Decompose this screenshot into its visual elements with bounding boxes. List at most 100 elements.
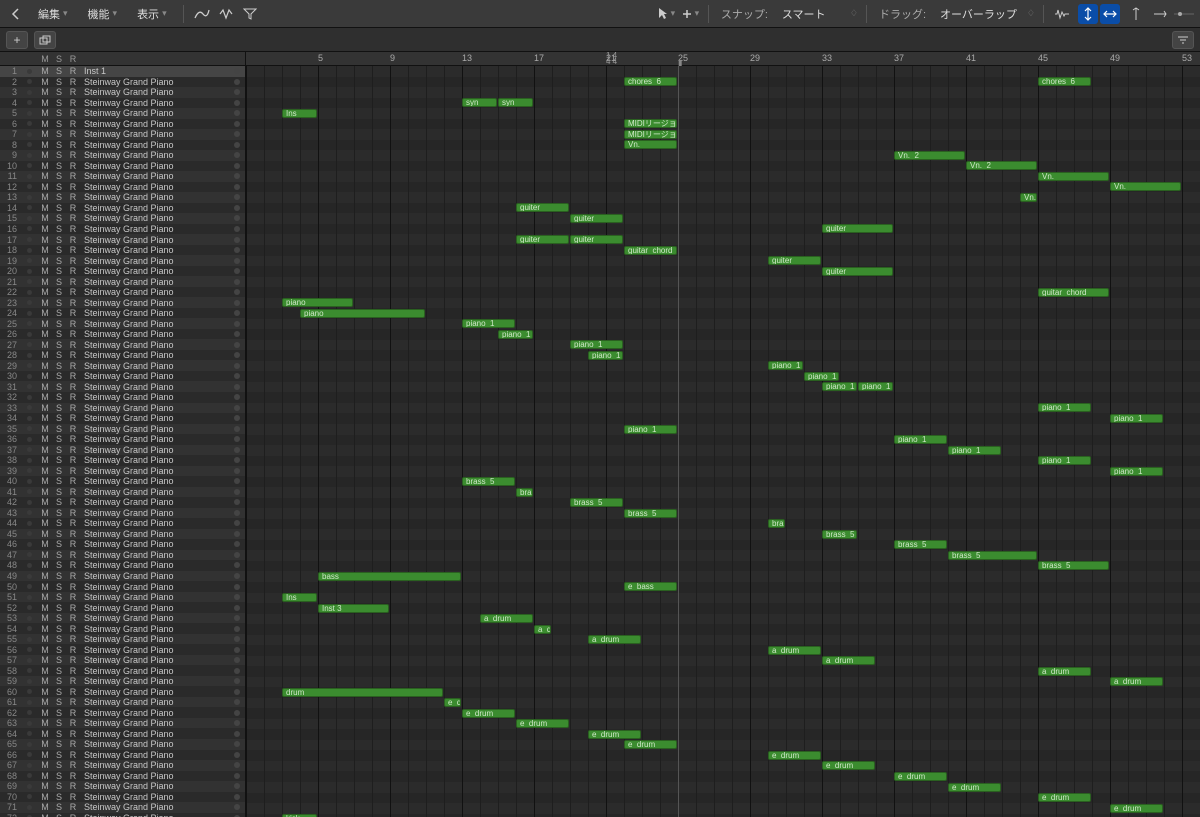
solo-button[interactable]: S — [54, 140, 64, 150]
track-row[interactable]: 48MSRSteinway Grand Piano — [0, 560, 245, 571]
solo-button[interactable]: S — [54, 624, 64, 634]
solo-button[interactable]: S — [54, 655, 64, 665]
midi-region[interactable]: piano_1 — [822, 382, 857, 391]
track-row[interactable]: 40MSRSteinway Grand Piano — [0, 476, 245, 487]
midi-region[interactable]: e_drum — [588, 730, 641, 739]
record-enable-button[interactable]: R — [68, 413, 78, 423]
solo-button[interactable]: S — [54, 529, 64, 539]
view-menu[interactable]: 表示▾ — [129, 3, 175, 25]
track-row[interactable]: 27MSRSteinway Grand Piano — [0, 339, 245, 350]
solo-button[interactable]: S — [54, 287, 64, 297]
midi-region[interactable]: brass_5 — [462, 477, 515, 486]
record-enable-button[interactable]: R — [68, 277, 78, 287]
track-name[interactable]: Steinway Grand Piano — [80, 613, 229, 623]
track-row[interactable]: 6MSRSteinway Grand Piano — [0, 119, 245, 130]
track-name[interactable]: Steinway Grand Piano — [80, 235, 229, 245]
mute-button[interactable]: M — [40, 582, 50, 592]
record-enable-button[interactable]: R — [68, 760, 78, 770]
track-name[interactable]: Steinway Grand Piano — [80, 718, 229, 728]
midi-region[interactable]: syn — [462, 98, 497, 107]
solo-button[interactable]: S — [54, 235, 64, 245]
record-enable-button[interactable]: R — [68, 434, 78, 444]
mute-button[interactable]: M — [40, 676, 50, 686]
record-enable-button[interactable]: R — [68, 687, 78, 697]
track-row[interactable]: 17MSRSteinway Grand Piano — [0, 234, 245, 245]
solo-button[interactable]: S — [54, 361, 64, 371]
track-name[interactable]: Steinway Grand Piano — [80, 687, 229, 697]
track-row[interactable]: 35MSRSteinway Grand Piano — [0, 424, 245, 435]
mute-button[interactable]: M — [40, 424, 50, 434]
mute-button[interactable]: M — [40, 319, 50, 329]
solo-button[interactable]: S — [54, 550, 64, 560]
track-name[interactable]: Steinway Grand Piano — [80, 792, 229, 802]
track-name[interactable]: Steinway Grand Piano — [80, 340, 229, 350]
track-name[interactable]: Steinway Grand Piano — [80, 497, 229, 507]
track-name[interactable]: Steinway Grand Piano — [80, 781, 229, 791]
track-row[interactable]: 13MSRSteinway Grand Piano — [0, 192, 245, 203]
record-enable-button[interactable]: R — [68, 213, 78, 223]
track-row[interactable]: 54MSRSteinway Grand Piano — [0, 623, 245, 634]
track-row[interactable]: 43MSRSteinway Grand Piano — [0, 508, 245, 519]
track-row[interactable]: 7MSRSteinway Grand Piano — [0, 129, 245, 140]
mute-button[interactable]: M — [40, 571, 50, 581]
midi-region[interactable]: guiter — [570, 235, 623, 244]
mute-button[interactable]: M — [40, 340, 50, 350]
solo-button[interactable]: S — [54, 487, 64, 497]
track-row[interactable]: 70MSRSteinway Grand Piano — [0, 792, 245, 803]
mute-button[interactable]: M — [40, 781, 50, 791]
mute-button[interactable]: M — [40, 119, 50, 129]
record-enable-button[interactable]: R — [68, 624, 78, 634]
record-enable-button[interactable]: R — [68, 87, 78, 97]
midi-region[interactable]: Vn._2 — [966, 161, 1037, 170]
solo-button[interactable]: S — [54, 466, 64, 476]
midi-region[interactable]: a_drum — [768, 646, 821, 655]
midi-region[interactable]: piano_1 — [768, 361, 803, 370]
record-enable-button[interactable]: R — [68, 560, 78, 570]
mute-button[interactable]: M — [40, 150, 50, 160]
record-enable-button[interactable]: R — [68, 718, 78, 728]
record-enable-button[interactable]: R — [68, 140, 78, 150]
mute-button[interactable]: M — [40, 308, 50, 318]
midi-region[interactable]: brass_5 — [1038, 561, 1109, 570]
time-signature-marker[interactable]: 1 44 4 — [606, 53, 617, 65]
track-name[interactable]: Steinway Grand Piano — [80, 245, 229, 255]
track-name[interactable]: Steinway Grand Piano — [80, 224, 229, 234]
mute-button[interactable]: M — [40, 603, 50, 613]
track-row[interactable]: 10MSRSteinway Grand Piano — [0, 161, 245, 172]
midi-region[interactable]: piano_1 — [1038, 456, 1091, 465]
track-row[interactable]: 19MSRSteinway Grand Piano — [0, 255, 245, 266]
track-row[interactable]: 31MSRSteinway Grand Piano — [0, 381, 245, 392]
record-enable-button[interactable]: R — [68, 350, 78, 360]
track-name[interactable]: Steinway Grand Piano — [80, 150, 229, 160]
midi-region[interactable]: e_drum — [768, 751, 821, 760]
track-name[interactable]: Steinway Grand Piano — [80, 771, 229, 781]
record-enable-button[interactable]: R — [68, 518, 78, 528]
mute-button[interactable]: M — [40, 266, 50, 276]
mute-button[interactable]: M — [40, 108, 50, 118]
mute-button[interactable]: M — [40, 497, 50, 507]
track-name[interactable]: Steinway Grand Piano — [80, 329, 229, 339]
track-name[interactable]: Steinway Grand Piano — [80, 645, 229, 655]
track-row[interactable]: 26MSRSteinway Grand Piano — [0, 329, 245, 340]
midi-region[interactable]: bra — [768, 519, 785, 528]
track-name[interactable]: Steinway Grand Piano — [80, 550, 229, 560]
solo-button[interactable]: S — [54, 224, 64, 234]
track-name[interactable]: Steinway Grand Piano — [80, 287, 229, 297]
solo-button[interactable]: S — [54, 613, 64, 623]
record-enable-button[interactable]: R — [68, 224, 78, 234]
mute-button[interactable]: M — [40, 634, 50, 644]
track-name[interactable]: Steinway Grand Piano — [80, 213, 229, 223]
track-name[interactable]: Steinway Grand Piano — [80, 603, 229, 613]
solo-button[interactable]: S — [54, 98, 64, 108]
solo-button[interactable]: S — [54, 308, 64, 318]
midi-region[interactable]: Vn. — [1110, 182, 1181, 191]
record-enable-button[interactable]: R — [68, 792, 78, 802]
record-enable-button[interactable]: R — [68, 592, 78, 602]
track-row[interactable]: 36MSRSteinway Grand Piano — [0, 434, 245, 445]
track-row[interactable]: 2MSRSteinway Grand Piano — [0, 77, 245, 88]
track-name[interactable]: Steinway Grand Piano — [80, 192, 229, 202]
track-row[interactable]: 69MSRSteinway Grand Piano — [0, 781, 245, 792]
mute-button[interactable]: M — [40, 213, 50, 223]
track-row[interactable]: 41MSRSteinway Grand Piano — [0, 487, 245, 498]
solo-button[interactable]: S — [54, 697, 64, 707]
